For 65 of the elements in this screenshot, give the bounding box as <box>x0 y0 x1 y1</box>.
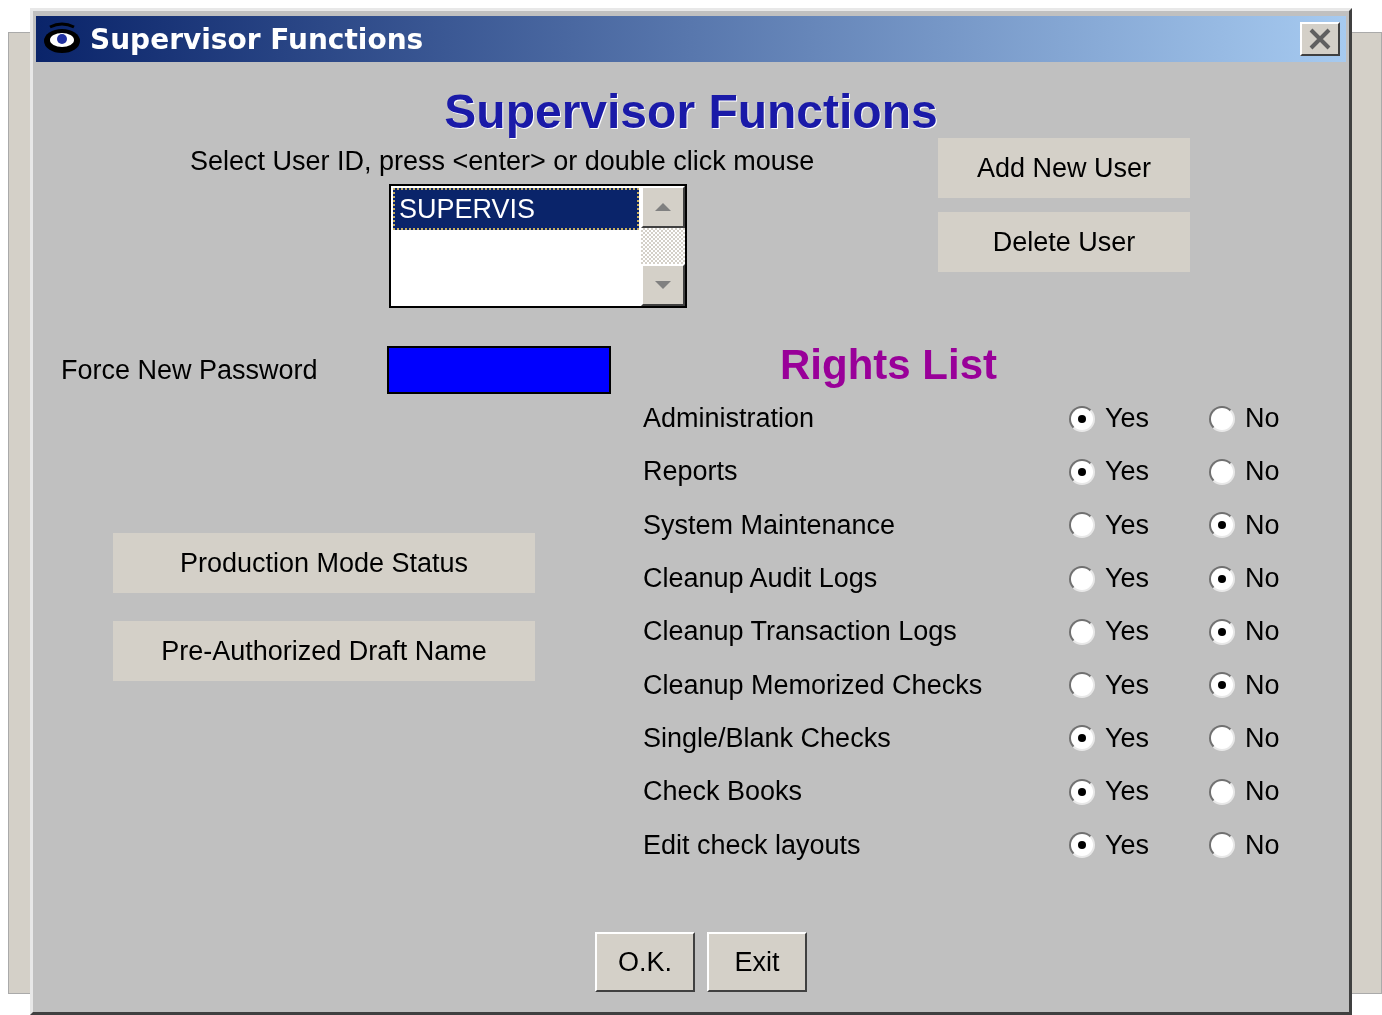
radio-button[interactable] <box>1069 565 1095 592</box>
right-label: Check Books <box>643 776 804 808</box>
right-label: Cleanup Audit Logs <box>643 563 879 595</box>
close-icon <box>1308 28 1332 50</box>
radio-label: Yes <box>1105 456 1150 488</box>
radio-label: Yes <box>1105 403 1150 435</box>
right-label: Edit check layouts <box>643 829 862 861</box>
radio-button[interactable] <box>1069 458 1095 485</box>
radio-button[interactable] <box>1209 725 1235 752</box>
scroll-up-button[interactable] <box>641 186 685 228</box>
radio-label: No <box>1245 563 1280 595</box>
scroll-down-button[interactable] <box>641 264 685 306</box>
user-action-button[interactable]: Add New User <box>938 138 1190 198</box>
instruction-text: Select User ID, press <enter> or double click mouse <box>189 145 816 178</box>
force-password-label: Force New Password <box>61 354 319 386</box>
page-heading: Supervisor Functions <box>443 84 939 140</box>
radio-label: Yes <box>1105 563 1150 595</box>
user-item[interactable]: SUPERVIS <box>393 188 639 230</box>
radio-label: Yes <box>1105 616 1150 648</box>
radio-button[interactable] <box>1069 618 1095 645</box>
radio-button[interactable] <box>1209 512 1235 539</box>
radio-label: Yes <box>1105 776 1150 808</box>
radio-button[interactable] <box>1209 832 1235 858</box>
up-arrow-icon <box>654 202 672 212</box>
radio-button[interactable] <box>1209 672 1235 699</box>
right-label: Single/Blank Checks <box>643 722 892 754</box>
dialog-button[interactable]: O.K. <box>595 932 695 992</box>
radio-label: No <box>1245 616 1280 648</box>
user-action-button[interactable]: Delete User <box>938 212 1190 272</box>
radio-button[interactable] <box>1209 458 1235 485</box>
radio-label: No <box>1245 456 1280 488</box>
window-title: Supervisor Functions <box>90 22 425 56</box>
close-button[interactable] <box>1300 22 1340 56</box>
radio-label: No <box>1245 669 1280 701</box>
radio-label: No <box>1245 829 1280 861</box>
radio-button[interactable] <box>1209 405 1235 432</box>
radio-label: Yes <box>1105 669 1150 701</box>
radio-button[interactable] <box>1069 778 1095 805</box>
radio-button[interactable] <box>1069 832 1095 858</box>
option-button[interactable]: Production Mode Status <box>113 533 535 593</box>
right-label: Reports <box>643 456 739 488</box>
right-label: Cleanup Memorized Checks <box>643 669 984 701</box>
radio-label: No <box>1245 403 1280 435</box>
radio-label: No <box>1245 776 1280 808</box>
option-button[interactable]: Pre-Authorized Draft Name <box>113 621 535 681</box>
radio-label: Yes <box>1105 829 1150 861</box>
user-list[interactable]: SUPERVIS <box>389 184 687 308</box>
dialog-button[interactable]: Exit <box>707 932 807 992</box>
radio-label: No <box>1245 722 1280 754</box>
radio-button[interactable] <box>1209 618 1235 645</box>
right-label: System Maintenance <box>643 509 897 541</box>
down-arrow-icon <box>654 280 672 290</box>
radio-button[interactable] <box>1069 405 1095 432</box>
radio-button[interactable] <box>1069 725 1095 752</box>
radio-label: Yes <box>1105 722 1150 754</box>
radio-button[interactable] <box>1209 778 1235 805</box>
password-field[interactable] <box>387 346 611 394</box>
rights-title: Rights List <box>780 340 998 390</box>
radio-label: Yes <box>1105 509 1150 541</box>
radio-label: No <box>1245 509 1280 541</box>
right-label: Cleanup Transaction Logs <box>643 616 958 648</box>
radio-button[interactable] <box>1209 565 1235 592</box>
radio-button[interactable] <box>1069 512 1095 539</box>
right-label: Administration <box>643 403 816 435</box>
radio-button[interactable] <box>1069 672 1095 699</box>
